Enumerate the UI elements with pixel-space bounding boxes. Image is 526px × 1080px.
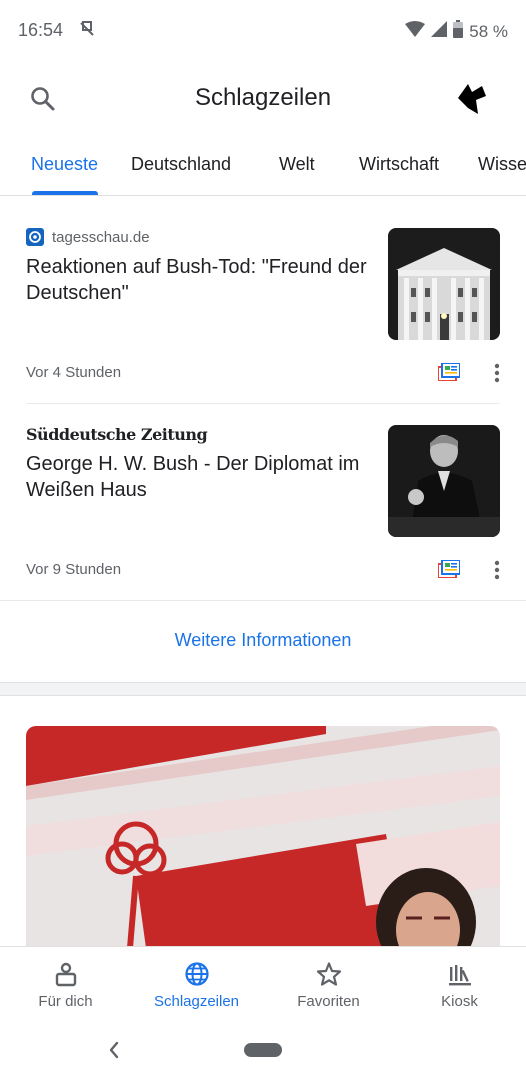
article-headline[interactable]: George H. W. Bush - Der Diplomat im Weiß… — [26, 451, 378, 503]
section-separator — [0, 682, 526, 696]
article-card[interactable]: tagesschau.de Reaktionen auf Bush-Tod: "… — [26, 228, 500, 394]
nav-favorites[interactable]: Favoriten — [263, 947, 394, 1023]
tab-wissen[interactable]: Wisse — [478, 154, 526, 175]
nav-for-you[interactable]: Für dich — [0, 947, 131, 1023]
signal-icon — [431, 21, 448, 42]
dog-avatar[interactable] — [452, 78, 492, 118]
newsstand-icon — [447, 961, 473, 987]
globe-icon — [184, 961, 210, 987]
full-coverage-icon[interactable] — [437, 559, 461, 579]
battery-text: 58 % — [469, 21, 508, 41]
full-coverage-icon[interactable] — [437, 362, 461, 382]
source-row: tagesschau.de — [26, 228, 150, 246]
status-time: 16:54 — [18, 20, 64, 40]
home-pill[interactable] — [244, 1043, 282, 1057]
category-tabs: Neueste Deutschland Welt Wirtschaft Wiss… — [0, 134, 526, 196]
star-icon — [316, 961, 342, 987]
wifi-icon — [405, 21, 426, 42]
back-icon[interactable] — [106, 1040, 122, 1060]
bush-portrait-photo[interactable] — [388, 425, 500, 537]
article-time: Vor 9 Stunden — [26, 561, 122, 578]
source-name: Süddeutsche Zeitung — [26, 425, 208, 444]
nav-label: Kiosk — [441, 993, 478, 1010]
tab-deutschland[interactable]: Deutschland — [131, 154, 231, 175]
nav-label: Favoriten — [297, 993, 360, 1010]
article-time: Vor 4 Stunden — [26, 364, 122, 381]
divider — [0, 600, 526, 601]
nav-label: Schlagzeilen — [153, 993, 240, 1010]
tab-welt[interactable]: Welt — [279, 154, 315, 175]
article-headline[interactable]: Reaktionen auf Bush-Tod: "Freund der Deu… — [26, 254, 378, 306]
tagesschau-logo — [26, 228, 44, 246]
white-house-photo[interactable] — [388, 228, 500, 340]
tab-neueste[interactable]: Neueste — [31, 154, 98, 175]
nav-kiosk[interactable]: Kiosk — [394, 947, 525, 1023]
more-vert-icon[interactable] — [494, 560, 500, 580]
battery-icon — [453, 20, 464, 43]
more-info-link[interactable]: Weitere Informationen — [0, 630, 526, 651]
app-bar: Schlagzeilen — [0, 62, 526, 134]
nav-label: Für dich — [38, 993, 93, 1010]
system-navigation — [0, 1022, 526, 1080]
for-you-icon — [53, 961, 79, 987]
page-title: Schlagzeilen — [194, 84, 332, 111]
divider — [26, 403, 500, 404]
status-bar: 16:54 58 % — [0, 0, 526, 62]
nav-headlines[interactable]: Schlagzeilen — [131, 947, 262, 1023]
tab-wirtschaft[interactable]: Wirtschaft — [359, 154, 439, 175]
tab-indicator — [32, 191, 98, 195]
source-name: tagesschau.de — [52, 228, 150, 246]
jusos-banner-photo[interactable] — [26, 726, 500, 948]
article-card[interactable]: Süddeutsche Zeitung George H. W. Bush - … — [26, 425, 500, 591]
source-row: Süddeutsche Zeitung — [26, 425, 208, 444]
bottom-navigation: Für dich Schlagzeilen Favoriten Kiosk — [0, 946, 526, 1022]
notification-icon — [78, 20, 96, 43]
more-vert-icon[interactable] — [494, 363, 500, 383]
